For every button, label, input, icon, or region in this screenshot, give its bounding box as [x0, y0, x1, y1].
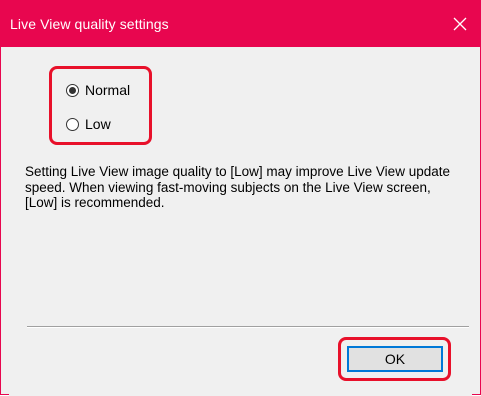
- radio-low-label[interactable]: Low: [85, 116, 111, 132]
- radio-normal[interactable]: Normal: [66, 80, 130, 100]
- radio-low-indicator[interactable]: [66, 117, 79, 131]
- radio-normal-indicator[interactable]: [66, 83, 79, 97]
- close-icon: [453, 17, 467, 31]
- ok-button[interactable]: OK: [347, 346, 443, 372]
- description-text: Setting Live View image quality to [Low]…: [25, 164, 450, 210]
- quality-radio-group-highlight: Normal Low: [49, 66, 152, 145]
- dialog-window: Live View quality settings Normal Low Se…: [0, 0, 481, 396]
- dialog-title: Live View quality settings: [10, 16, 169, 32]
- separator-line: [27, 326, 469, 328]
- dialog-body: Normal Low Setting Live View image quali…: [9, 47, 472, 396]
- radio-selected-dot: [69, 86, 76, 94]
- title-bar[interactable]: Live View quality settings: [1, 1, 480, 47]
- radio-normal-label[interactable]: Normal: [85, 82, 130, 98]
- radio-low[interactable]: Low: [66, 114, 111, 134]
- close-button[interactable]: [440, 1, 480, 47]
